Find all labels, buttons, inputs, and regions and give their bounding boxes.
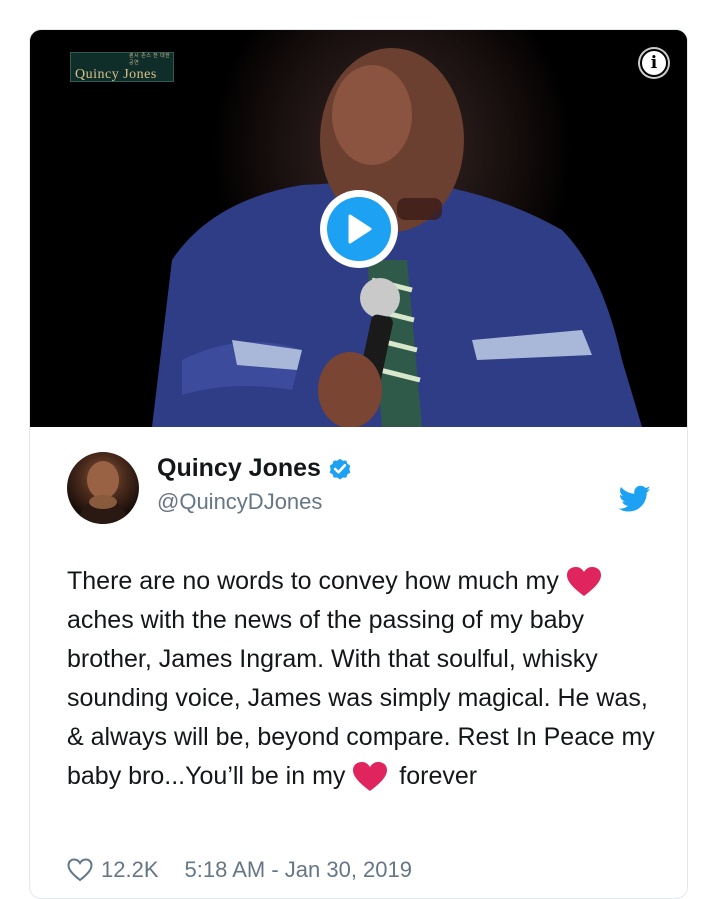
heart-emoji-icon bbox=[566, 566, 602, 598]
tweet-timestamp[interactable]: 5:18 AM - Jan 30, 2019 bbox=[185, 857, 413, 883]
tweet-text-part: There are no words to convey how much my bbox=[67, 567, 566, 595]
play-button[interactable] bbox=[320, 190, 398, 268]
like-count[interactable]: 12.2K bbox=[101, 857, 159, 883]
tweet-meta: 12.2K 5:18 AM - Jan 30, 2019 bbox=[67, 857, 412, 883]
verified-badge-icon bbox=[327, 456, 353, 482]
tweet-embed-card[interactable]: 퀸시 존스 전 대한공연 Quincy Jones i Quincy Jones bbox=[29, 29, 688, 899]
video-frame bbox=[122, 30, 687, 427]
info-icon[interactable]: i bbox=[640, 49, 668, 77]
tweet-text-part: forever bbox=[392, 762, 478, 790]
logo-caption: 퀸시 존스 전 대한공연 bbox=[129, 52, 171, 66]
performer-image bbox=[152, 48, 642, 427]
quincy-jones-logo: 퀸시 존스 전 대한공연 Quincy Jones bbox=[70, 52, 174, 82]
heart-emoji-icon bbox=[352, 761, 388, 793]
display-name-text: Quincy Jones bbox=[157, 454, 321, 482]
play-icon bbox=[327, 197, 391, 261]
info-icon-label: i bbox=[650, 53, 658, 73]
twitter-bird-icon[interactable] bbox=[618, 485, 651, 513]
display-name[interactable]: Quincy Jones bbox=[157, 454, 353, 483]
tweet-text: There are no words to convey how much my… bbox=[67, 562, 667, 796]
user-handle[interactable]: @QuincyDJones bbox=[157, 489, 322, 515]
logo-wordmark: Quincy Jones bbox=[75, 66, 157, 82]
avatar[interactable] bbox=[67, 452, 139, 524]
video-thumbnail[interactable]: 퀸시 존스 전 대한공연 Quincy Jones i bbox=[30, 30, 687, 427]
like-heart-icon[interactable] bbox=[67, 858, 93, 882]
tweet-body: Quincy Jones @QuincyDJones There are no … bbox=[30, 427, 687, 898]
